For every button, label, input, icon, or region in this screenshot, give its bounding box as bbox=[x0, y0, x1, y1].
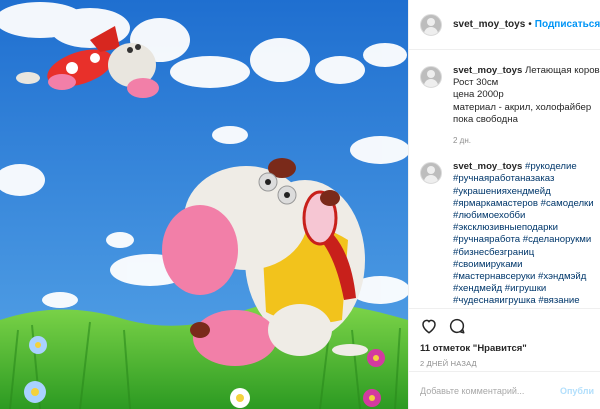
action-icons bbox=[420, 315, 590, 337]
comments-list[interactable]: svet_moy_toys Летающая корова Рост 30см … bbox=[409, 51, 600, 307]
caption-line: Рост 30см bbox=[453, 77, 499, 89]
caption-line: пока свободна bbox=[453, 113, 518, 125]
hashtag-link[interactable]: #чудеснаяигрушка #вязание bbox=[453, 295, 594, 307]
post-age[interactable]: 2 ДНЕЙ НАЗАД bbox=[420, 359, 590, 368]
heart-icon[interactable] bbox=[420, 317, 438, 335]
post-header: svet_moy_toys • Подписаться bbox=[409, 0, 600, 50]
caption-avatar[interactable] bbox=[420, 66, 442, 88]
likes-count[interactable]: 11 отметок "Нравится" bbox=[420, 343, 590, 354]
post-photo[interactable] bbox=[0, 0, 408, 409]
hashtag-link[interactable]: #любимоехобби bbox=[453, 210, 594, 222]
hashtag-link[interactable]: #ручнаяработаназаказ bbox=[453, 173, 594, 185]
hashtag-link[interactable]: #украшенияхендмейд bbox=[453, 186, 594, 198]
instagram-post: svet_moy_toys • Подписаться svet_moy_toy… bbox=[0, 0, 600, 409]
comment-input[interactable]: Добавьте комментарий... bbox=[420, 386, 560, 396]
hashtag-link[interactable]: #ручнаяработа #сделанорукми bbox=[453, 234, 594, 246]
caption-body: svet_moy_toys Летающая корова Рост 30см … bbox=[453, 65, 600, 147]
hashtag-link[interactable]: #хендмейд #игрушки bbox=[453, 283, 594, 295]
caption-time[interactable]: 2 дн. bbox=[453, 135, 600, 147]
comment-icon[interactable] bbox=[448, 317, 466, 335]
hashtag-link[interactable]: #эксклюзивныеподарки bbox=[453, 222, 594, 234]
hashtag-link[interactable]: #своимируками bbox=[453, 259, 594, 271]
flying-cow-toy-image bbox=[0, 0, 408, 409]
caption-comment: svet_moy_toys Летающая корова Рост 30см … bbox=[409, 51, 600, 147]
post-side-panel: svet_moy_toys • Подписаться svet_moy_toy… bbox=[408, 0, 600, 409]
tags-body: svet_moy_toys #рукоделие #ручнаяработана… bbox=[453, 161, 594, 307]
tags-avatar[interactable] bbox=[420, 162, 442, 185]
follow-button[interactable]: Подписаться bbox=[535, 19, 600, 30]
caption-line: цена 2000р bbox=[453, 89, 504, 101]
hashtag-link[interactable]: #рукоделие bbox=[525, 161, 577, 172]
author-avatar[interactable] bbox=[420, 13, 442, 36]
tags-comment: svet_moy_toys #рукоделие #ручнаяработана… bbox=[409, 147, 600, 307]
caption-line: материал - акрил, холофайбер bbox=[453, 101, 592, 113]
tags-username[interactable]: svet_moy_toys bbox=[453, 161, 522, 172]
hashtag-link[interactable]: #ярмаркамастеров #самоделки bbox=[453, 198, 594, 210]
caption-title: Летающая корова bbox=[525, 65, 600, 76]
post-actions: 11 отметок "Нравится" 2 ДНЕЙ НАЗАД bbox=[409, 308, 600, 368]
hashtag-link[interactable]: #мастернавсеруки #хэндмэйд bbox=[453, 271, 594, 283]
publish-button[interactable]: Опубли bbox=[560, 386, 594, 396]
hashtag-link[interactable]: #бизнесбезграниц bbox=[453, 247, 594, 259]
author-username[interactable]: svet_moy_toys bbox=[453, 19, 525, 30]
add-comment-bar: Добавьте комментарий... Опубли bbox=[409, 371, 600, 409]
caption-username[interactable]: svet_moy_toys bbox=[453, 65, 522, 76]
header-separator: • bbox=[528, 19, 532, 30]
